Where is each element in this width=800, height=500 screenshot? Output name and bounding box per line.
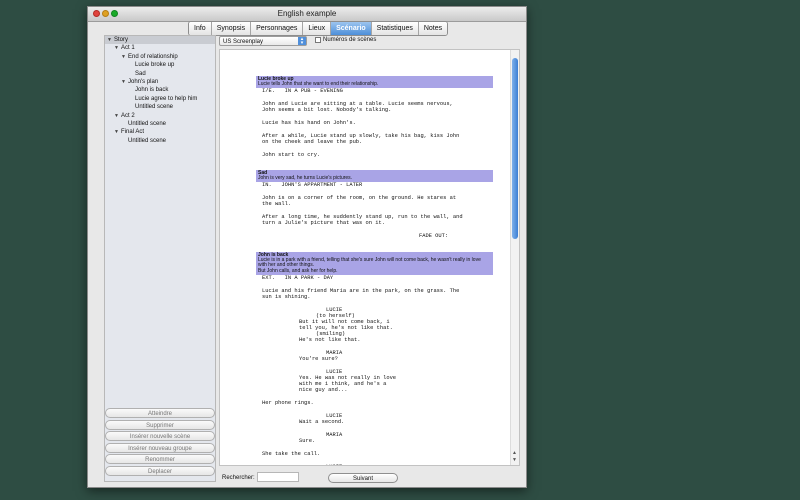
tree-item-label: Story	[114, 37, 129, 43]
script-dialogue: Yes. He was not really in love with me i…	[299, 374, 397, 393]
tree-item-label: John's plan	[128, 78, 159, 85]
disclosure-triangle-icon[interactable]: ▼	[121, 78, 128, 86]
script-transition: FADE OUT:	[419, 233, 449, 240]
tab-statistiques[interactable]: Statistiques	[371, 22, 419, 35]
tree-item[interactable]: John is back	[105, 86, 215, 94]
tree-item-label: Act 2	[121, 112, 135, 119]
scrollbar-thumb[interactable]	[512, 58, 518, 239]
script-dialogue: But it will not come back, i tell you, h…	[299, 318, 393, 331]
sidebar-button-inserer-nouveau-groupe[interactable]: Insérer nouveau groupe	[105, 442, 215, 453]
tree-item-label: Untitled scene	[135, 104, 174, 111]
search-input[interactable]	[257, 472, 299, 482]
tree-item-label: End of relationship	[128, 53, 178, 60]
script-dialogue: Wait a second.	[299, 418, 345, 425]
tree-item[interactable]: Untitled scene	[105, 103, 215, 111]
script-dialogue: Sure.	[299, 437, 316, 444]
tree-item[interactable]: ▼ Act 2	[105, 112, 215, 120]
script-dialogue: You're sure?	[299, 355, 338, 362]
tree-item[interactable]: Untitled scene	[105, 120, 215, 128]
disclosure-triangle-icon[interactable]: ▼	[121, 53, 128, 61]
zoom-window-button[interactable]	[111, 10, 118, 17]
next-button[interactable]: Suivant	[328, 473, 398, 483]
scene-heading: IN. JOHN'S APPARTMENT - LATER	[262, 182, 363, 189]
script-action: John is on a corner of the room, on the …	[262, 195, 457, 208]
format-select[interactable]: US Screenplay ▴ ▾	[219, 36, 307, 46]
title-bar[interactable]: English example	[88, 7, 526, 22]
window-title: English example	[277, 9, 337, 18]
scene-header[interactable]: Lucie broke up Lucie tells John that she …	[256, 76, 493, 89]
scroll-down-arrow-icon[interactable]: ▼	[512, 457, 517, 463]
tree-item-label: Sad	[135, 70, 146, 77]
scene-heading: I/E. IN A PUB - EVENING	[262, 88, 343, 95]
disclosure-triangle-icon[interactable]: ▼	[114, 112, 121, 120]
tab-lieux[interactable]: Lieux	[303, 22, 332, 35]
disclosure-triangle-icon[interactable]: ▼	[107, 36, 114, 44]
script-action: After a while, Lucie stand up slowly, ta…	[262, 133, 460, 146]
script-action: Lucie has his hand on John's.	[262, 120, 356, 127]
script-action: John start to cry.	[262, 152, 321, 159]
tree-item[interactable]: ▼ Story	[105, 36, 215, 45]
story-tree: ▼ Story ▼ Act 1 ▼ End of relationship Lucie br…	[105, 36, 215, 145]
format-select-value: US Screenplay	[223, 39, 264, 45]
script-action: She take the call.	[262, 450, 321, 457]
tree-item[interactable]: Lucie broke up	[105, 61, 215, 69]
app-window: English example Info Synopsis Personnages L…	[87, 6, 527, 488]
script-action: John and Lucie are sitting at a table. L…	[262, 101, 453, 114]
story-sidebar: ▼ Story ▼ Act 1 ▼ End of relationship Lucie br…	[104, 35, 216, 482]
tree-item[interactable]: ▼ Final Act	[105, 128, 215, 136]
tree-item-label: Lucie broke up	[135, 62, 175, 69]
scroll-up-arrow-icon[interactable]: ▲	[512, 450, 517, 456]
script-action: Lucie and his friend Maria are in the pa…	[262, 287, 460, 300]
scene-heading: EXT. IN A PARK - DAY	[262, 274, 334, 281]
tab-sc-nario[interactable]: Scénario	[331, 22, 372, 35]
script-action: Her phone rings.	[262, 399, 314, 406]
sidebar-button-inserer-nouvelle-scene[interactable]: Insérer nouvelle scène	[105, 431, 215, 441]
tab-notes[interactable]: Notes	[418, 22, 448, 35]
tree-item[interactable]: Sad	[105, 70, 215, 78]
vertical-scrollbar[interactable]: ▲ ▼	[510, 50, 519, 465]
tree-item[interactable]: ▼ Act 1	[105, 44, 215, 52]
screenplay-document[interactable]: Lucie broke up Lucie tells John that she …	[219, 49, 520, 466]
tab-synopsis[interactable]: Synopsis	[211, 22, 252, 35]
sidebar-button-atteindre[interactable]: Atteindre	[105, 408, 215, 418]
sidebar-button-group: Atteindre Supprimer Insérer nouvelle scène…	[105, 408, 215, 477]
scene-block: John is back Lucie is in a park with a fr…	[256, 252, 493, 465]
tab-info[interactable]: Info	[189, 22, 212, 35]
minimize-window-button[interactable]	[102, 10, 109, 17]
tree-item[interactable]: ▼ End of relationship	[105, 53, 215, 61]
scene-header[interactable]: John is back Lucie is in a park with a fr…	[256, 252, 493, 275]
scene-summary-line: But John calls, and ask her for help.	[258, 267, 338, 274]
screenplay-panel: US Screenplay ▴ ▾ Numéros de scènes Lucie…	[219, 35, 520, 488]
tree-item[interactable]: ▼ John's plan	[105, 78, 215, 86]
tree-item-label: Final Act	[121, 129, 145, 136]
tree-item-label: Lucie agree to help him	[135, 95, 198, 102]
select-arrows-icon: ▴ ▾	[298, 37, 306, 46]
tree-item[interactable]: Lucie agree to help him	[105, 95, 215, 103]
search-label: Rechercher:	[222, 475, 255, 481]
scene-summary-line: Lucie tells John that she want to end th…	[258, 81, 379, 88]
sidebar-button-supprimer[interactable]: Supprimer	[105, 419, 215, 430]
close-window-button[interactable]	[93, 10, 100, 17]
tree-item[interactable]: Untitled scene	[105, 137, 215, 145]
tree-item-label: Untitled scene	[128, 137, 167, 144]
disclosure-triangle-icon[interactable]: ▼	[114, 128, 121, 136]
tree-item-label: Act 1	[121, 45, 135, 52]
tab-bar: Info Synopsis Personnages Lieux Scénario Stat…	[188, 21, 449, 36]
scene-numbers-checkbox[interactable]	[315, 37, 321, 43]
scene-summary-line: John is very sad, he turns Lucie's pictu…	[258, 175, 353, 182]
sidebar-button-deplacer[interactable]: Deplacer	[105, 465, 215, 476]
disclosure-triangle-icon[interactable]: ▼	[114, 44, 121, 52]
sidebar-button-renommer[interactable]: Renommer	[105, 454, 215, 464]
tree-item-label: John is back	[135, 87, 169, 94]
scene-block: Sad John is very sad, he turns Lucie's pi…	[256, 170, 493, 239]
script-character: LUCIE	[326, 464, 493, 465]
scene-block: Lucie broke up Lucie tells John that she …	[256, 76, 493, 158]
scene-numbers-label: Numéros de scènes	[323, 37, 377, 43]
tab-personnages[interactable]: Personnages	[251, 22, 304, 35]
tree-item-label: Untitled scene	[128, 120, 167, 127]
scene-header[interactable]: Sad John is very sad, he turns Lucie's pi…	[256, 170, 493, 183]
script-action: After a long time, he suddently stand up…	[262, 214, 463, 227]
script-dialogue: He's not like that.	[299, 336, 361, 343]
